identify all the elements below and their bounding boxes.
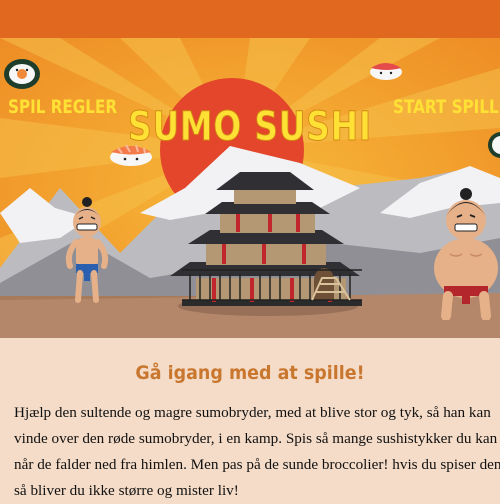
top-bar bbox=[0, 0, 500, 38]
paragraph-line: når de falder ned fra himlen. Men pas på… bbox=[14, 456, 500, 473]
skinny-sumo-wrestler bbox=[65, 197, 109, 303]
red-sumo-wrestler bbox=[434, 188, 498, 320]
paragraph-line: så bliver du ikke større og mister liv! bbox=[14, 482, 239, 499]
paragraph-line: Hjælp den sultende og magre sumobryder, … bbox=[14, 404, 491, 421]
hero-banner: SPIL REGLER SUMO SUSHI START SPILLE bbox=[0, 38, 500, 338]
intro-paragraph: Hjælp den sultende og magre sumobryder, … bbox=[14, 400, 500, 504]
sushi-roll-icon bbox=[4, 59, 40, 89]
sushi-roll-icon-2 bbox=[488, 132, 500, 158]
sushi-nigiri-icon bbox=[370, 63, 402, 80]
section-heading: Gå igang med at spille! bbox=[135, 362, 365, 384]
intro-section: Gå igang med at spille! Hjælp den sulten… bbox=[0, 338, 500, 500]
nav-start-link[interactable]: START SPILLE bbox=[393, 96, 500, 118]
paragraph-line: vinde over den røde sumobryder, i en kam… bbox=[14, 430, 498, 447]
